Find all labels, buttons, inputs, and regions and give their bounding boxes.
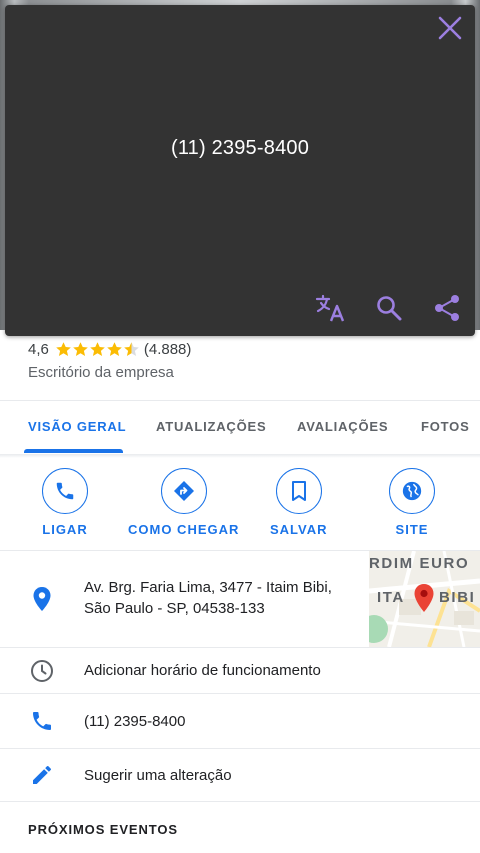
rating-value: 4,6 <box>28 341 49 358</box>
star-rating <box>55 341 140 358</box>
hours-text: Adicionar horário de funcionamento <box>84 662 321 679</box>
tab-shadow <box>0 454 480 458</box>
tab-bar: VISÃO GERAL ATUALIZAÇÕES AVALIAÇÕES FOTO… <box>0 400 480 456</box>
directions-button[interactable]: COMO CHEGAR <box>128 468 239 537</box>
save-button[interactable]: SALVAR <box>270 468 328 537</box>
map-label-neighborhood: RDIM EURO <box>369 555 470 572</box>
text-selection-popup: (11) 2395-8400 <box>5 5 475 336</box>
location-pin-icon <box>28 585 56 613</box>
rating-row[interactable]: 4,6 (4.888) <box>28 341 191 358</box>
phone-text: (11) 2395-8400 <box>84 713 186 730</box>
hours-row[interactable]: Adicionar horário de funcionamento <box>0 648 480 693</box>
map-label-ita: ITA <box>377 589 405 606</box>
suggest-edit-row[interactable]: Sugerir uma alteração <box>0 749 480 801</box>
directions-label: COMO CHEGAR <box>128 522 240 537</box>
address-text: Av. Brg. Faria Lima, 3477 - Itaim Bibi, … <box>84 577 332 619</box>
address-line-2: São Paulo - SP, 04538-133 <box>84 600 265 617</box>
call-button[interactable]: LIGAR <box>42 468 88 537</box>
star-icon <box>107 342 122 356</box>
address-line-1: Av. Brg. Faria Lima, 3477 - Itaim Bibi, <box>84 579 332 596</box>
half-star-icon <box>124 342 139 356</box>
globe-icon <box>389 468 435 514</box>
phone-icon <box>28 707 56 735</box>
clock-icon <box>28 657 56 685</box>
phone-row[interactable]: (11) 2395-8400 <box>0 694 480 748</box>
star-icon <box>73 342 88 356</box>
star-icon <box>90 342 105 356</box>
active-tab-indicator <box>24 449 123 453</box>
tab-photos[interactable]: FOTOS <box>421 401 470 453</box>
phone-icon <box>42 468 88 514</box>
action-buttons: LIGAR COMO CHEGAR SALVAR SITE <box>0 468 480 548</box>
map-pin-icon <box>413 583 435 618</box>
suggest-edit-text: Sugerir uma alteração <box>84 767 232 784</box>
call-label: LIGAR <box>42 522 88 537</box>
website-button[interactable]: SITE <box>389 468 435 537</box>
tab-reviews[interactable]: AVALIAÇÕES <box>297 401 388 453</box>
place-category: Escritório da empresa <box>28 364 174 381</box>
website-label: SITE <box>395 522 429 537</box>
close-icon[interactable] <box>435 13 465 43</box>
review-count: (4.888) <box>143 341 192 358</box>
map-label-bibi: BIBI <box>439 589 476 606</box>
share-icon[interactable] <box>429 290 465 326</box>
bookmark-icon <box>275 468 322 514</box>
tab-overview[interactable]: VISÃO GERAL <box>28 401 126 453</box>
pencil-icon <box>28 761 56 789</box>
save-label: SALVAR <box>270 522 328 537</box>
divider <box>0 801 480 802</box>
star-icon <box>56 342 71 356</box>
tab-updates[interactable]: ATUALIZAÇÕES <box>156 401 266 453</box>
directions-icon <box>160 468 207 514</box>
events-section-title: PRÓXIMOS EVENTOS <box>28 822 178 837</box>
popup-phone-text: (11) 2395-8400 <box>170 137 310 159</box>
search-icon[interactable] <box>371 290 407 326</box>
map-thumbnail[interactable]: RDIM EURO ITA BIBI <box>369 551 480 647</box>
translate-icon[interactable] <box>313 290 349 326</box>
